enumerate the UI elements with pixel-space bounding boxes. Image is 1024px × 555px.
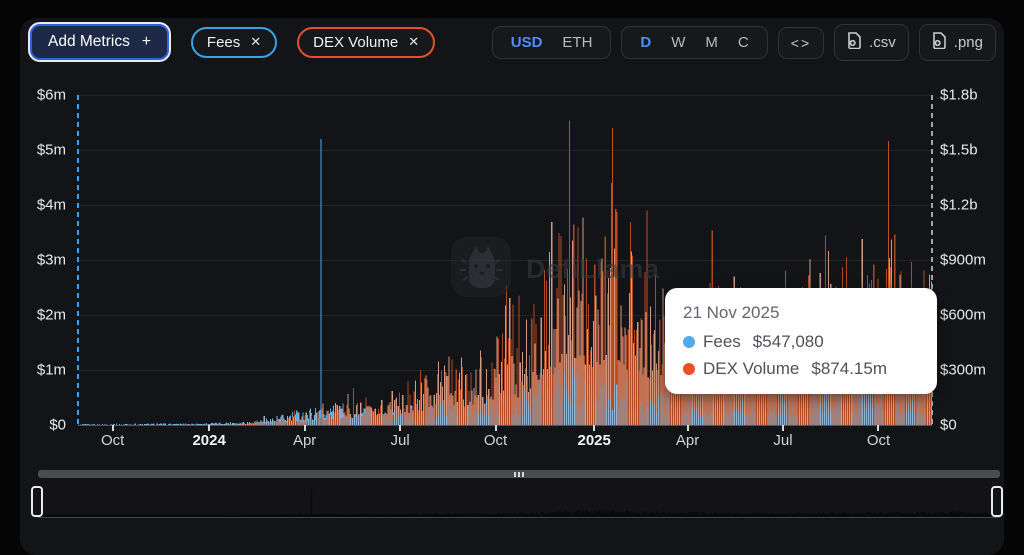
x-axis-label-oct: Oct (867, 432, 890, 449)
right-axis-tick: $1.2b (940, 197, 978, 214)
left-edge-dashed-line (77, 95, 79, 425)
left-axis-tick: $5m (37, 142, 66, 159)
interval-option-w[interactable]: W (661, 34, 695, 51)
brush-minimap[interactable] (38, 478, 1000, 518)
chart-tooltip: 21 Nov 2025 Fees $547,080 DEX Volume $87… (665, 288, 937, 394)
brush-handle-right[interactable] (991, 486, 1003, 517)
interval-toggle: DWMC (621, 26, 767, 59)
x-axis-label-2024: 2024 (192, 432, 225, 449)
right-axis-tick: $1.5b (940, 142, 978, 159)
export-csv-label: .csv (869, 34, 896, 51)
x-tick-mark (782, 425, 784, 431)
x-axis-label-oct: Oct (484, 432, 507, 449)
left-axis-tick: $6m (37, 87, 66, 104)
tooltip-row-fees: Fees $547,080 (683, 332, 919, 352)
export-png-label: .png (954, 34, 983, 51)
currency-option-usd[interactable]: USD (501, 34, 553, 51)
metrics-toolbar: Add Metrics + Fees ✕ DEX Volume ✕ (30, 24, 435, 60)
x-axis-label-apr: Apr (676, 432, 699, 449)
chart-panel: Add Metrics + Fees ✕ DEX Volume ✕ USDETH DW… (20, 18, 1004, 555)
x-axis-line (78, 425, 932, 426)
interval-option-d[interactable]: D (630, 34, 661, 51)
left-axis-tick: $3m (37, 252, 66, 269)
file-download-icon (932, 32, 947, 53)
dex-volume-series-dot-icon (683, 363, 695, 375)
tooltip-row-dex-volume: DEX Volume $874.15m (683, 359, 919, 379)
right-axis-tick: $600m (940, 307, 986, 324)
interval-option-c[interactable]: C (728, 34, 759, 51)
tooltip-dex-label: DEX Volume (703, 359, 799, 379)
tooltip-fees-value: $547,080 (753, 332, 824, 352)
currency-toggle: USDETH (492, 26, 612, 59)
x-axis-label-apr: Apr (293, 432, 316, 449)
metric-chips: Fees ✕ DEX Volume ✕ (191, 27, 435, 58)
brush-handle-left[interactable] (31, 486, 43, 517)
chart-controls: USDETH DWMC <> .csv .pn (492, 24, 996, 61)
metric-chip-dex-volume[interactable]: DEX Volume ✕ (297, 27, 435, 58)
x-tick-mark (399, 425, 401, 431)
currency-option-eth[interactable]: ETH (552, 34, 602, 51)
left-axis-tick: $2m (37, 307, 66, 324)
x-tick-mark (687, 425, 689, 431)
x-tick-mark (495, 425, 497, 431)
tooltip-fees-label: Fees (703, 332, 741, 352)
tooltip-dex-value: $874.15m (811, 359, 887, 379)
chip-label: DEX Volume (313, 34, 398, 51)
x-axis-label-oct: Oct (101, 432, 124, 449)
chart-scrollbar[interactable] (38, 470, 1000, 478)
right-axis-tick: $1.8b (940, 87, 978, 104)
export-csv-button[interactable]: .csv (834, 24, 909, 61)
plus-icon: + (142, 33, 151, 51)
code-icon: <> (791, 35, 811, 51)
export-png-button[interactable]: .png (919, 24, 996, 61)
right-axis-tick: $0 (940, 417, 957, 434)
x-tick-mark (877, 425, 879, 431)
x-tick-mark (112, 425, 114, 431)
x-tick-mark (593, 425, 595, 431)
x-axis-label-jul: Jul (390, 432, 409, 449)
x-tick-mark (208, 425, 210, 431)
tooltip-date: 21 Nov 2025 (683, 303, 919, 323)
metric-chip-fees[interactable]: Fees ✕ (191, 27, 277, 58)
embed-code-button[interactable]: <> (778, 27, 824, 59)
x-tick-mark (304, 425, 306, 431)
add-metrics-label: Add Metrics (48, 33, 130, 51)
file-download-icon (847, 32, 862, 53)
left-axis-tick: $1m (37, 362, 66, 379)
right-axis-tick: $900m (940, 252, 986, 269)
close-icon[interactable]: ✕ (408, 34, 419, 50)
fees-series-dot-icon (683, 336, 695, 348)
left-axis-tick: $0 (49, 417, 66, 434)
x-axis-label-jul: Jul (773, 432, 792, 449)
right-axis-tick: $300m (940, 362, 986, 379)
add-metrics-button[interactable]: Add Metrics + (30, 24, 169, 60)
x-axis-label-2025: 2025 (577, 432, 610, 449)
interval-option-m[interactable]: M (695, 34, 728, 51)
chip-label: Fees (207, 34, 240, 51)
close-icon[interactable]: ✕ (250, 34, 261, 50)
left-axis-tick: $4m (37, 197, 66, 214)
scrollbar-grip-icon (514, 472, 524, 477)
